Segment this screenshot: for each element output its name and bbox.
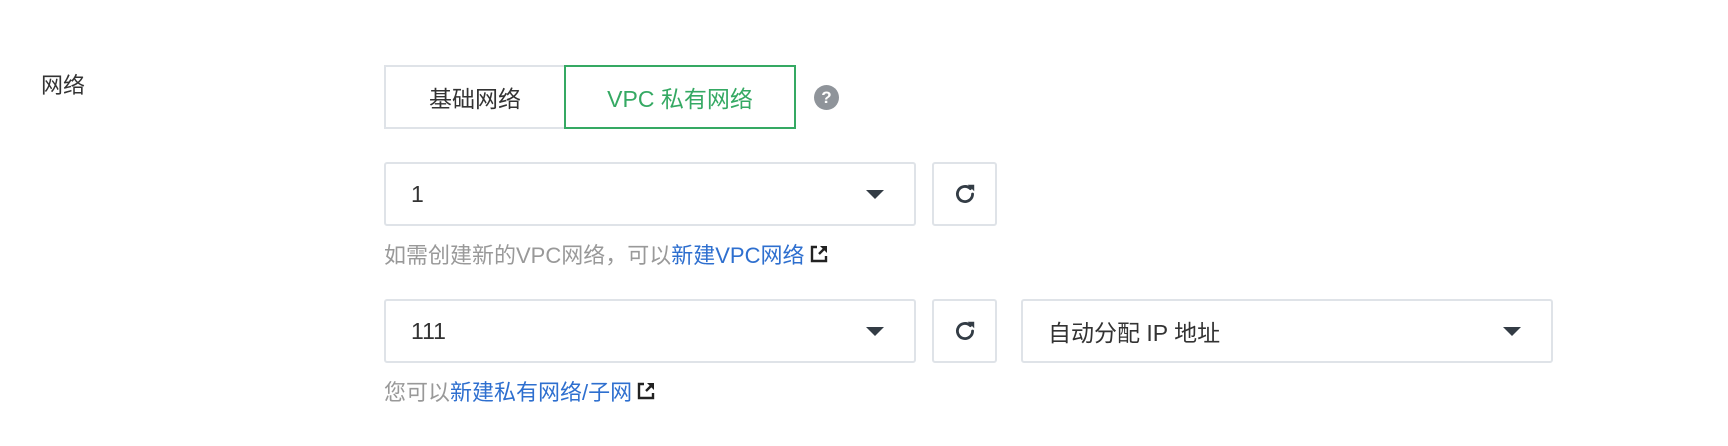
caret-down-icon xyxy=(1503,327,1521,336)
network-type-basic-button[interactable]: 基础网络 xyxy=(384,65,564,129)
vpc-hint-text: 如需创建新的VPC网络，可以 xyxy=(384,243,672,268)
vpc-select-value: 1 xyxy=(411,180,424,207)
caret-down-icon xyxy=(866,190,884,199)
subnet-hint: 您可以 新建私有网络/子网 xyxy=(384,375,656,407)
network-config-form: 网络 基础网络 VPC 私有网络 ? 1 如需创建新的VPC网络，可以 新建VP… xyxy=(0,0,1728,446)
create-vpc-link-label: 新建VPC网络 xyxy=(671,243,805,268)
ip-assignment-value: 自动分配 IP 地址 xyxy=(1048,320,1221,346)
refresh-subnet-button[interactable] xyxy=(932,299,997,363)
vpc-hint: 如需创建新的VPC网络，可以 新建VPC网络 xyxy=(384,238,829,270)
subnet-select[interactable]: 111 xyxy=(384,299,916,363)
vpc-select[interactable]: 1 xyxy=(384,162,916,226)
subnet-select-value: 111 xyxy=(411,317,446,344)
ip-assignment-select[interactable]: 自动分配 IP 地址 xyxy=(1021,299,1553,363)
create-vpc-link[interactable]: 新建VPC网络 xyxy=(671,238,828,270)
create-subnet-link-label: 新建私有网络/子网 xyxy=(450,380,633,405)
external-link-icon xyxy=(810,245,827,263)
refresh-icon xyxy=(955,184,974,203)
network-type-vpc-button[interactable]: VPC 私有网络 xyxy=(564,65,796,129)
refresh-vpc-button[interactable] xyxy=(932,162,997,226)
refresh-icon xyxy=(955,321,974,340)
caret-down-icon xyxy=(866,327,884,336)
network-type-selector: 基础网络 VPC 私有网络 xyxy=(384,65,796,129)
external-link-icon xyxy=(637,382,655,400)
subnet-hint-text: 您可以 xyxy=(384,380,451,405)
network-label: 网络 xyxy=(41,73,86,98)
question-circle-icon[interactable]: ? xyxy=(814,85,839,110)
create-subnet-link[interactable]: 新建私有网络/子网 xyxy=(450,375,656,407)
